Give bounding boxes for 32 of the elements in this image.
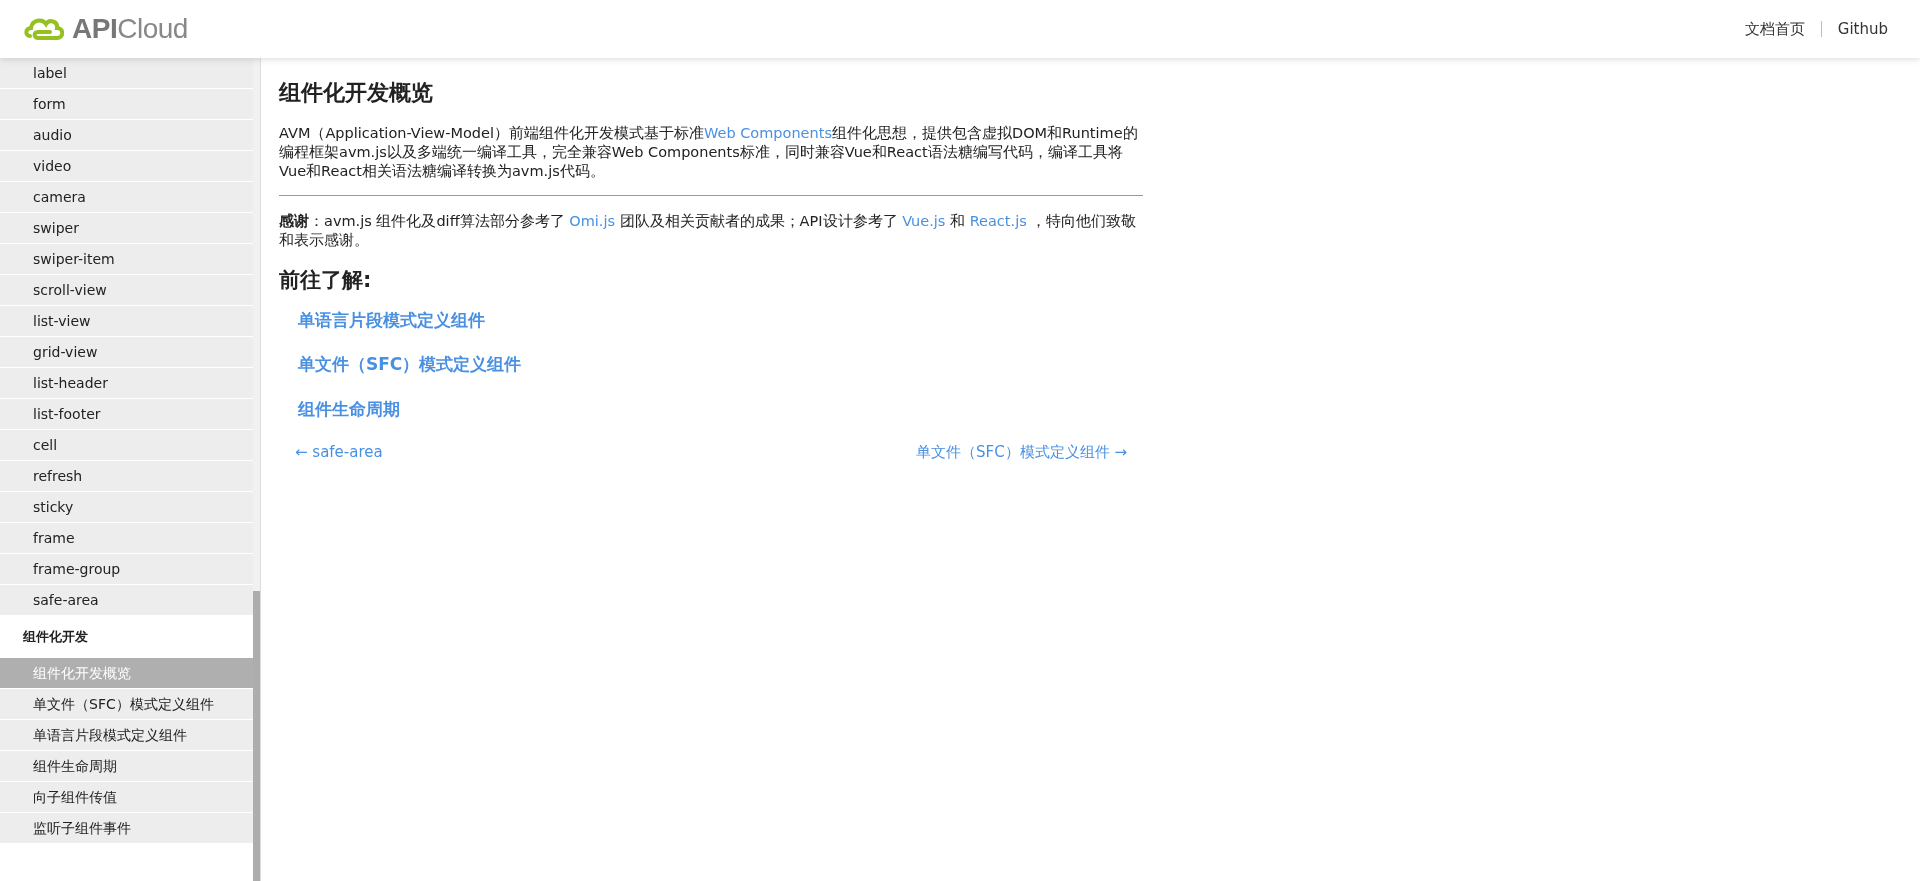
sidebar-item[interactable]: safe-area (0, 585, 254, 616)
section-heading: 前往了解: (279, 268, 373, 294)
header-link[interactable]: 文档首页 (1744, 17, 1805, 41)
sidebar-item[interactable]: cell (0, 430, 254, 461)
sidebar-item[interactable]: swiper (0, 213, 254, 244)
sidebar-item[interactable]: frame-group (0, 554, 254, 585)
sidebar-item[interactable]: 监听子组件事件 (0, 813, 254, 844)
intro-paragraph: AVM（Application-View-Model）前端组件化开发模式基于标准Web Components组件化思想，提供包含虚拟DOM和Runtime的编程框架avm.js以及多端统一编译工具，完全兼容Web Components标准，同时兼容Vue和React语法糖编写代码，编译工具将Vue和React相关语法糖编译转换为avm.js代码。 (279, 124, 1139, 182)
sidebar-item[interactable]: scroll-view (0, 275, 254, 306)
sidebar-item[interactable]: 组件生命周期 (0, 751, 254, 782)
scrollbar-thumb[interactable] (253, 591, 260, 881)
sidebar-item[interactable]: 向子组件传值 (0, 782, 254, 813)
sidebar-item[interactable]: camera (0, 182, 254, 213)
sidebar-item[interactable]: 单语言片段模式定义组件 (0, 720, 254, 751)
sidebar-item[interactable]: 单文件（SFC）模式定义组件 (0, 689, 254, 720)
header-link[interactable]: Github (1837, 17, 1888, 41)
sidebar-item[interactable]: label (0, 58, 254, 89)
page-title: 组件化开发概览 (279, 80, 434, 107)
sidebar-item[interactable]: grid-view (0, 337, 254, 368)
sidebar-item[interactable]: swiper-item (0, 244, 254, 275)
sidebar-item[interactable]: refresh (0, 461, 254, 492)
sidebar-item[interactable]: sticky (0, 492, 254, 523)
thanks-paragraph: 感谢：avm.js 组件化及diff算法部分参考了 Omi.js 团队及相关贡献者的成果；API设计参考了 Vue.js 和 React.js ，特向他们致敬和表示感谢。 (279, 212, 1138, 251)
cloud-logo-icon (24, 16, 64, 42)
logo-text: APICloud (72, 12, 188, 46)
sidebar-item[interactable]: video (0, 151, 254, 182)
sidebar-item[interactable]: audio (0, 120, 254, 151)
sidebar-item[interactable]: form (0, 89, 254, 120)
sidebar-item[interactable]: list-footer (0, 399, 254, 430)
sidebar-item[interactable]: frame (0, 523, 254, 554)
sidebar-item[interactable]: list-view (0, 306, 254, 337)
sidebar-item[interactable]: list-header (0, 368, 254, 399)
